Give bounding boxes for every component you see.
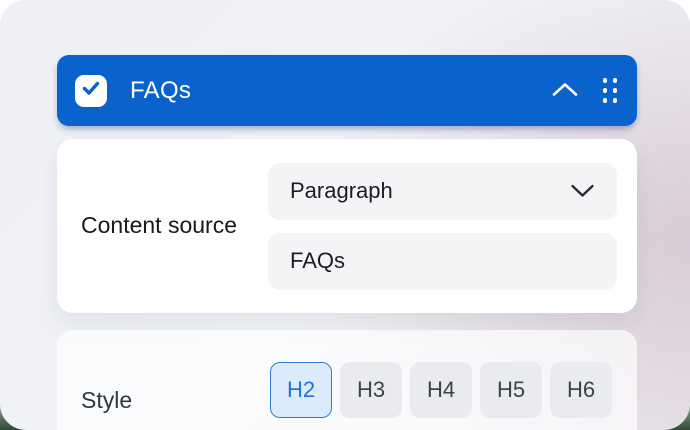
block-title: FAQs xyxy=(130,76,192,104)
panel-background: FAQs Content source Paragraph FAQs Style… xyxy=(0,0,690,430)
heading-style-options: H2 H3 H4 H5 H6 xyxy=(270,362,612,418)
style-option-h5[interactable]: H5 xyxy=(480,362,542,418)
faqs-block-header[interactable]: FAQs xyxy=(57,55,637,126)
content-source-controls: Paragraph FAQs xyxy=(268,162,617,290)
content-type-select[interactable]: Paragraph xyxy=(268,162,617,220)
style-option-h6[interactable]: H6 xyxy=(550,362,612,418)
collapse-button[interactable] xyxy=(551,81,579,101)
content-source-label: Content source xyxy=(81,212,237,239)
block-enabled-checkbox[interactable] xyxy=(75,74,107,107)
chevron-down-icon xyxy=(570,178,595,204)
content-source-input-value: FAQs xyxy=(290,248,346,273)
style-option-h2[interactable]: H2 xyxy=(270,362,332,418)
style-option-h4[interactable]: H4 xyxy=(410,362,472,418)
chevron-up-icon xyxy=(551,81,579,101)
style-section: Style H2 H3 H4 H5 H6 xyxy=(57,330,637,430)
content-source-section: Content source Paragraph FAQs xyxy=(57,139,637,313)
style-option-h3[interactable]: H3 xyxy=(340,362,402,418)
content-source-input[interactable]: FAQs xyxy=(268,232,617,290)
style-label: Style xyxy=(81,387,133,414)
checkmark-icon xyxy=(80,77,102,104)
drag-handle[interactable] xyxy=(602,78,617,103)
content-type-select-value: Paragraph xyxy=(290,178,393,203)
drag-handle-dots-icon xyxy=(602,78,617,103)
